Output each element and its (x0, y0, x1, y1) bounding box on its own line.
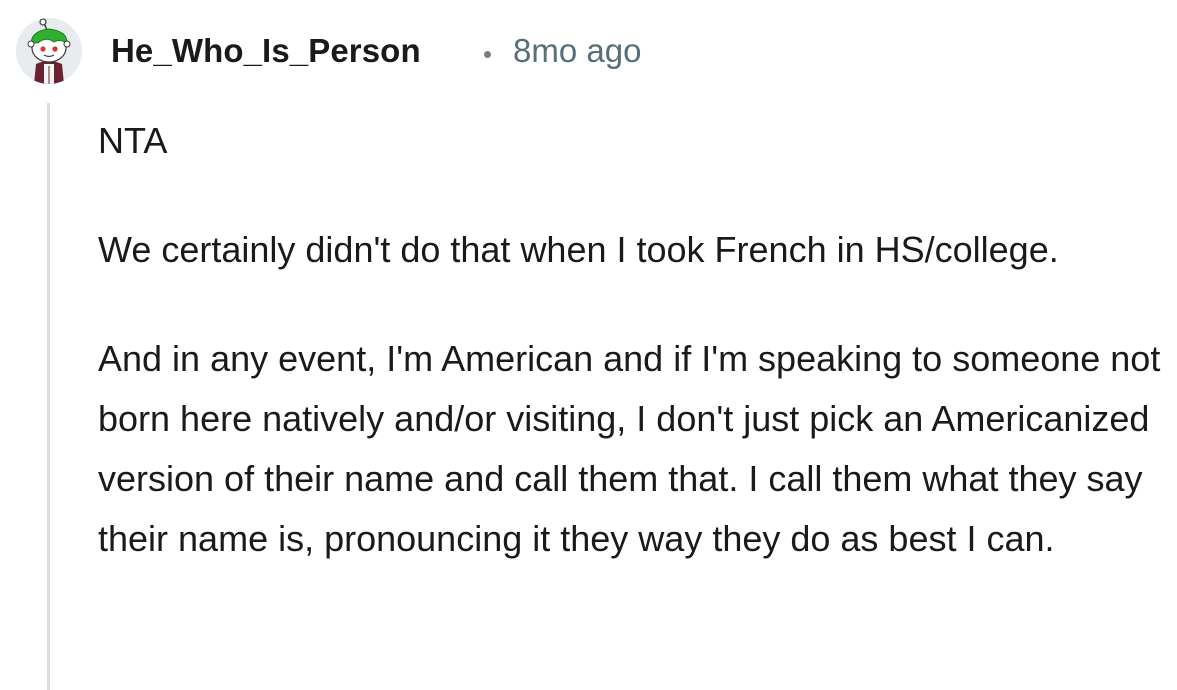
comment-author[interactable]: He_Who_Is_Person (111, 29, 421, 73)
thread-collapse-line[interactable] (47, 103, 50, 690)
snoo-avatar-icon (16, 18, 82, 84)
comment-paragraph: We certainly didn't do that when I took … (98, 229, 1059, 270)
meta-separator-dot (484, 51, 491, 58)
comment-timestamp[interactable]: 8mo ago (513, 29, 641, 73)
comment-body: NTA We certainly didn't do that when I t… (98, 111, 1173, 569)
comment: He_Who_Is_Person 8mo ago NTA We certainl… (0, 0, 1177, 690)
comment-paragraph: And in any event, I'm American and if I'… (98, 338, 1161, 559)
comment-paragraph: NTA (98, 120, 168, 161)
user-avatar[interactable] (16, 18, 82, 84)
